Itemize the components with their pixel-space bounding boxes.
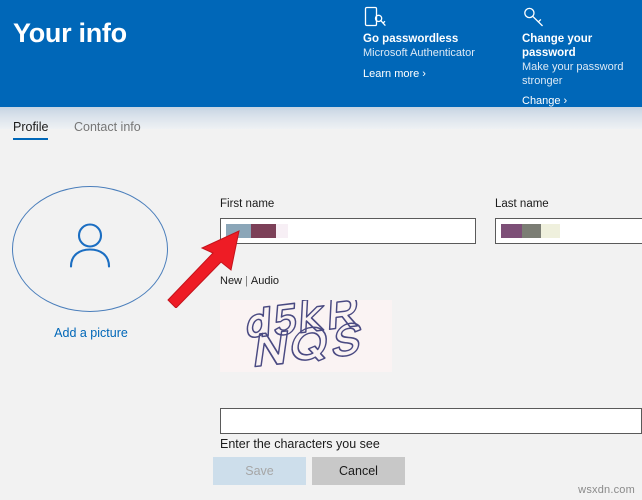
promo-subtitle-change-password: Make your password stronger bbox=[522, 61, 624, 87]
tab-profile-label: Profile bbox=[13, 120, 49, 134]
avatar-section: Add a picture bbox=[12, 186, 170, 340]
learn-more-label: Learn more bbox=[363, 67, 420, 80]
promo-title-change-password: Change your password bbox=[522, 33, 593, 59]
promo-card-change-password: Change your password Make your password … bbox=[522, 6, 640, 107]
redaction-block bbox=[276, 224, 288, 238]
captcha-input[interactable] bbox=[220, 408, 642, 434]
promo-card-passwordless: Go passwordless Microsoft Authenticator … bbox=[363, 6, 493, 80]
last-name-redaction bbox=[501, 224, 560, 238]
captcha-link-separator: | bbox=[245, 275, 248, 287]
promo-title-passwordless: Go passwordless bbox=[363, 33, 459, 45]
redaction-block bbox=[522, 224, 541, 238]
chevron-right-icon: › bbox=[563, 95, 568, 107]
tab-active-indicator bbox=[13, 138, 49, 140]
captcha-hint: Enter the characters you see bbox=[220, 437, 380, 451]
tab-contact-info[interactable]: Contact info bbox=[74, 120, 141, 140]
add-picture-link[interactable]: Add a picture bbox=[12, 326, 170, 340]
promo-subtitle-passwordless: Microsoft Authenticator bbox=[363, 47, 475, 59]
tab-bar: Profile Contact info bbox=[0, 120, 642, 152]
last-name-input[interactable] bbox=[495, 218, 642, 244]
cancel-button[interactable]: Cancel bbox=[312, 457, 405, 485]
redaction-block bbox=[226, 224, 251, 238]
captcha-new-link[interactable]: New bbox=[220, 275, 242, 287]
tab-profile[interactable]: Profile bbox=[13, 120, 49, 140]
chevron-right-icon: › bbox=[422, 67, 426, 80]
change-label: Change bbox=[522, 95, 561, 107]
tab-contact-info-label: Contact info bbox=[74, 120, 141, 134]
first-name-label: First name bbox=[220, 198, 275, 210]
learn-more-link[interactable]: Learn more › bbox=[363, 68, 493, 80]
captcha-links: New | Audio bbox=[220, 275, 279, 287]
page-header: Your info Go passwordless Microsoft Auth… bbox=[0, 0, 642, 107]
watermark: wsxdn.com bbox=[578, 484, 635, 496]
person-icon bbox=[62, 219, 118, 280]
captcha-image bbox=[220, 300, 392, 372]
first-name-redaction bbox=[226, 224, 288, 238]
change-link[interactable]: Change › bbox=[522, 95, 640, 107]
redaction-block bbox=[501, 224, 522, 238]
avatar[interactable] bbox=[12, 186, 168, 312]
redaction-block bbox=[541, 224, 560, 238]
page-title: Your info bbox=[13, 18, 127, 48]
phone-key-icon bbox=[363, 6, 493, 30]
captcha-audio-link[interactable]: Audio bbox=[251, 275, 279, 287]
key-icon bbox=[522, 6, 640, 30]
first-name-input[interactable] bbox=[220, 218, 476, 244]
last-name-label: Last name bbox=[495, 198, 549, 210]
redaction-block bbox=[251, 224, 276, 238]
save-button[interactable]: Save bbox=[213, 457, 306, 485]
